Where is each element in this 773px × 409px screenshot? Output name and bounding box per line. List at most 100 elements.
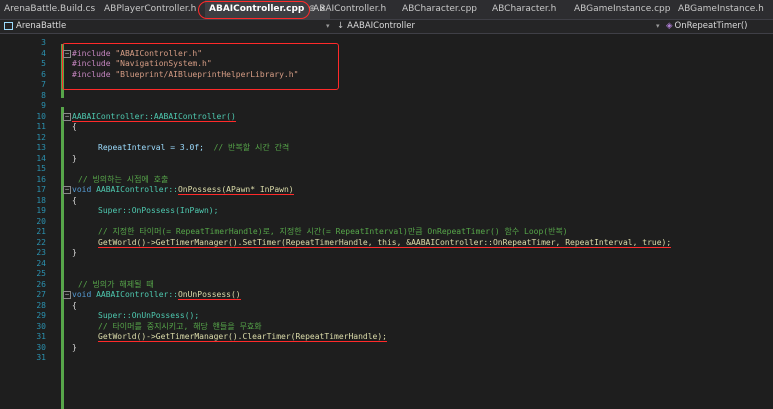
line-number: 26 [36,279,46,289]
line-number: 16 [36,174,46,184]
code-line: 8 [0,91,773,101]
scope-label: AABAIController [347,21,415,31]
code-line: 17 − void AABAIController::OnPossess(APawn… [0,185,773,195]
method-icon: ◈ [666,21,673,31]
code-line: 19 Super::OnPossess(InPawn); [0,206,773,216]
chevron-down-icon[interactable]: ▾ [326,20,330,33]
tab-abcharacter-h[interactable]: ABCharacter.h [492,0,556,19]
project-icon [4,21,13,30]
code-line: 21 // 지정한 타이머(= RepeatTimerHandle)로, 지정한 … [0,227,773,237]
line-number: 17 [36,185,46,194]
tab-abgameinstance-cpp[interactable]: ABGameInstance.cpp [574,0,670,19]
code-line: 25 [0,269,773,279]
code-line: 29 Super::OnUnPossess(); [0,311,773,321]
tab-abaicontroller-h[interactable]: ABAIController.h [313,0,386,19]
close-brace: } [72,342,77,352]
tab-arenabattle-build-cs[interactable]: ArenaBattle.Build.cs [4,0,95,19]
code-line: 30} [0,343,773,353]
cleartimer-call: GetWorld()->GetTimerManager().ClearTimer… [98,332,387,342]
line-number: 29 [36,311,46,320]
collapse-icon[interactable]: − [63,112,71,121]
code-line: 12 [0,133,773,143]
line-number: 28 [36,300,46,310]
keyword-void: void [72,290,92,299]
line-number: 19 [36,206,46,215]
code-line: 30 // 타이머를 중지시키고, 해당 핸들을 무효화 [0,322,773,332]
line-number: 20 [36,216,46,226]
line-number: 4 [41,48,46,58]
line-number: 9 [41,101,46,110]
navigation-bar: ArenaBattle ▾ ↓ AABAIController ▾ ◈ OnRepe… [0,20,773,34]
collapse-icon[interactable]: − [63,186,71,194]
code-line: 11 { [0,122,773,132]
project-dropdown[interactable]: ArenaBattle [4,20,66,33]
line-number: 15 [36,164,46,173]
code-line: 28 { [0,301,773,311]
line-number: 30 [36,321,46,331]
code-comment: // 타이머를 중지시키고, 해당 핸들을 무효화 [98,321,262,331]
line-number: 27 [36,290,46,299]
tab-abgameinstance-h[interactable]: ABGameInstance.h [678,0,764,19]
line-number: 8 [41,90,46,100]
line-number: 10 [36,111,46,121]
project-label: ArenaBattle [16,21,67,31]
keyword-void: void [72,185,92,194]
document-tab-bar: ArenaBattle.Build.cs ABPlayerController.… [0,0,773,20]
super-call: Super::OnPossess(InPawn); [98,206,219,215]
member-label: OnRepeatTimer() [674,21,748,31]
code-line: 31 [0,353,773,363]
code-line: 10 − AABAIController::AABAIController() [0,111,773,122]
code-editor[interactable]: 3 4− #include "ABAIController.h" 5 #includ… [0,34,773,409]
scope-arrow-icon: ↓ [337,21,345,31]
member-dropdown[interactable]: ◈ OnRepeatTimer() [666,20,747,33]
code-line: 24 [0,259,773,269]
code-line: 9 [0,101,773,111]
line-number: 21 [36,227,46,236]
code-line: 23} [0,248,773,258]
highlight-oval [198,1,310,19]
function-signature: OnPossess(APawn* InPawn) [177,185,294,195]
line-number: 3 [41,38,46,47]
collapse-icon[interactable]: − [63,291,71,299]
line-number: 13 [36,143,46,152]
code-line: 26 // 빙의가 해제될 때 [0,280,773,290]
code-line: 27 − void AABAIController::OnUnPossess() [0,290,773,300]
settimer-call: GetWorld()->GetTimerManager().SetTimer(R… [98,237,672,248]
code-line: 14} [0,154,773,164]
close-brace: } [72,153,77,163]
super-call: Super::OnUnPossess(); [98,311,200,320]
scope-dropdown[interactable]: ↓ AABAIController [337,20,415,33]
line-number: 18 [36,195,46,205]
line-number: 22 [36,237,46,247]
line-number: 31 [36,332,46,341]
close-brace: } [72,248,77,257]
code-comment: // 지정한 타이머(= RepeatTimerHandle)로, 지정한 시간… [98,227,568,236]
code-comment: // 반복할 시간 간격 [213,143,290,152]
line-number: 30 [36,342,46,352]
code-line: 15 [0,164,773,174]
line-number: 5 [41,59,46,68]
tab-abplayercontroller-h[interactable]: ABPlayerController.h [104,0,196,19]
line-number: 25 [36,269,46,278]
code-line: 13 RepeatInterval = 3.0f; // 반복할 시간 간격 [0,143,773,153]
line-number: 23 [36,248,46,257]
class-scope: AABAIController:: [96,290,178,299]
code-comment: // 빙의가 해제될 때 [78,279,154,289]
line-number: 12 [36,132,46,142]
chevron-down-icon[interactable]: ▾ [656,20,660,33]
code-line: 22 GetWorld()->GetTimerManager().SetTimer… [0,237,773,248]
function-signature: OnUnPossess() [177,290,241,300]
line-number: 6 [41,69,46,79]
repeat-interval-assignment: RepeatInterval = 3.0f; [98,143,204,152]
line-number: 14 [36,153,46,163]
tab-abcharacter-cpp[interactable]: ABCharacter.cpp [402,0,477,19]
open-brace: { [72,300,77,310]
line-number: 31 [36,353,46,362]
line-number: 7 [41,80,46,89]
class-scope: AABAIController:: [96,185,178,194]
code-line: 16 // 빙의하는 시점에 호출 [0,175,773,185]
code-line: 18 { [0,196,773,206]
code-comment: // 빙의하는 시점에 호출 [78,174,169,184]
code-line: 20 [0,217,773,227]
line-number: 11 [36,122,46,131]
